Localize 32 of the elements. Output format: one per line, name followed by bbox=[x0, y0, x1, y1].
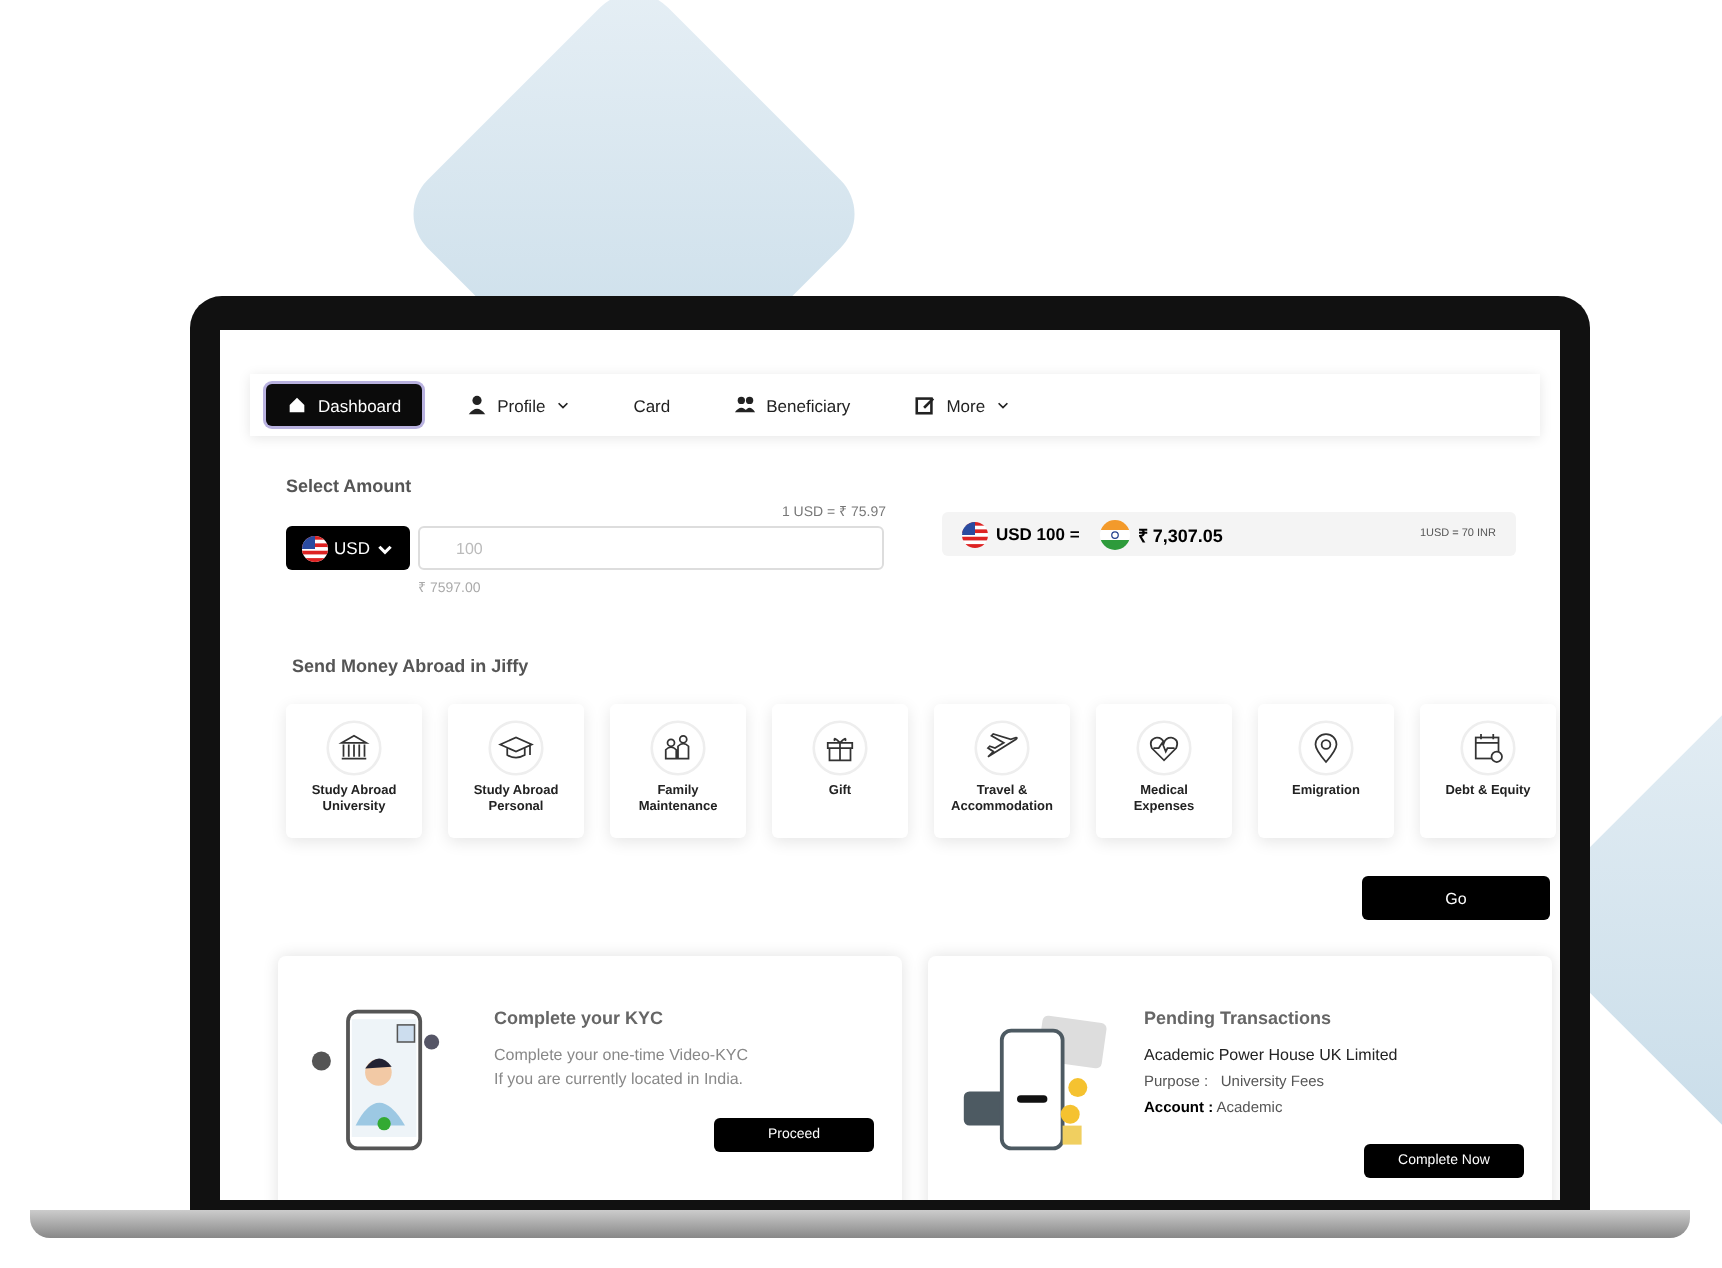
card-title: Complete your KYC bbox=[494, 1008, 666, 1028]
calendar-icon bbox=[1460, 720, 1516, 776]
amount-field[interactable]: 100 bbox=[418, 526, 884, 570]
airplane-icon bbox=[974, 720, 1030, 776]
person-icon bbox=[465, 394, 488, 416]
nav-tab[interactable]: Beneficiary bbox=[714, 384, 871, 426]
card-title: Pending Transactions bbox=[1144, 1008, 1334, 1028]
go-button[interactable]: Go bbox=[1362, 876, 1550, 920]
india-flag-icon bbox=[1099, 519, 1130, 549]
location-pin-icon bbox=[1298, 720, 1354, 776]
gift-icon bbox=[812, 720, 868, 776]
family-icon bbox=[650, 720, 706, 776]
chevron-down-icon bbox=[555, 398, 570, 412]
nav-tab[interactable]: Card bbox=[613, 385, 691, 425]
conversion-result: ₹ 7,307.05 bbox=[1137, 523, 1223, 547]
us-flag-icon bbox=[962, 521, 988, 547]
section-title: Send Money Abroad in Jiffy bbox=[292, 656, 531, 676]
edit-icon bbox=[914, 394, 937, 416]
currency-dropdown[interactable]: USD bbox=[286, 526, 410, 570]
people-icon bbox=[734, 394, 757, 416]
beneficiary-name: Academic Power House UK Limited bbox=[1144, 1046, 1400, 1064]
graduation-cap-icon bbox=[488, 720, 544, 776]
conversion-from: USD 100 = bbox=[996, 524, 1080, 544]
section-title: Select Amount bbox=[286, 476, 414, 496]
nav-tab[interactable]: Dashboard bbox=[266, 384, 422, 426]
nav-tab[interactable]: Profile bbox=[445, 384, 590, 426]
chevron-down-icon bbox=[995, 398, 1010, 412]
card-description: Complete your one-time Video-KYC If you are currently located in India. bbox=[494, 1044, 751, 1091]
home-icon bbox=[286, 394, 308, 416]
bank-icon bbox=[326, 720, 382, 776]
us-flag-icon bbox=[302, 535, 329, 561]
nav-tab[interactable]: More bbox=[894, 384, 1030, 426]
